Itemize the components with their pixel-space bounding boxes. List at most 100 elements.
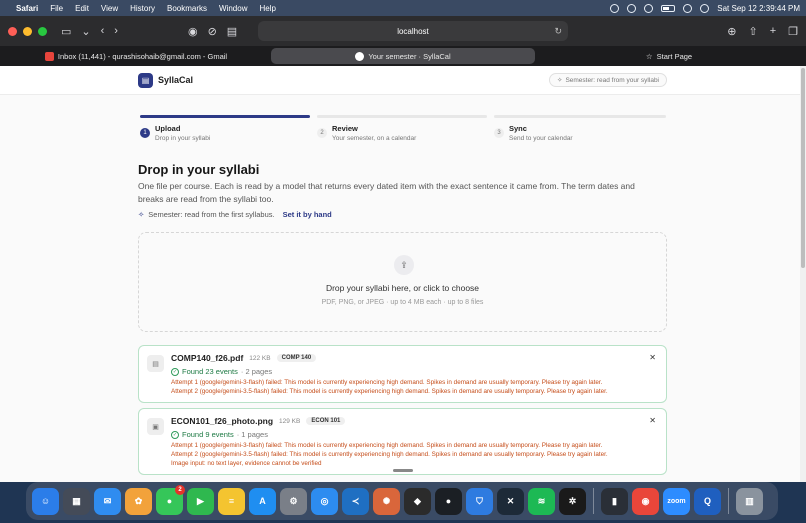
forward-icon[interactable]: › xyxy=(114,25,118,37)
scrollbar-thumb[interactable] xyxy=(801,68,805,268)
error-message: Attempt 2 (google/gemini-3.5-flash) fail… xyxy=(171,388,608,395)
shield-icon[interactable]: ⛉ xyxy=(466,487,493,515)
spotify-icon[interactable]: ≋ xyxy=(528,487,555,515)
menu-file[interactable]: File xyxy=(50,4,63,13)
page-title: Drop in your syllabi xyxy=(138,162,260,177)
menu-history[interactable]: History xyxy=(130,4,155,13)
downloads-icon[interactable]: ⊕ xyxy=(727,25,736,38)
check-circle-icon: ✓ xyxy=(171,430,179,439)
wifi-icon[interactable] xyxy=(683,3,693,13)
back-icon[interactable]: ‹ xyxy=(101,25,105,37)
dropzone-hint: PDF, PNG, or JPEG · up to 4 MB each · up… xyxy=(321,299,484,306)
course-badge: ECON 101 xyxy=(306,417,346,425)
photos-icon[interactable]: ✿ xyxy=(125,487,152,515)
notes-icon[interactable]: ≡ xyxy=(218,487,245,515)
parse-status: ✓ Found 9 events · 1 pages xyxy=(171,430,268,439)
chatgpt-icon[interactable]: ✲ xyxy=(559,487,586,515)
safari-icon[interactable]: ◎ xyxy=(311,487,338,515)
x-icon[interactable]: ✕ xyxy=(497,487,524,515)
zoom-icon[interactable]: zoom xyxy=(663,487,690,515)
semester-source-line: ✧ Semester: read from the first syllabus… xyxy=(138,210,332,219)
launchpad-icon[interactable]: ▦ xyxy=(63,487,90,515)
clock[interactable]: Sat Sep 12 2:39:44 PM xyxy=(717,4,800,13)
mail-icon[interactable]: ✉ xyxy=(94,487,121,515)
brand-name[interactable]: SyllaCal xyxy=(158,75,193,85)
settings-icon[interactable]: ⚙ xyxy=(280,487,307,515)
menu-window[interactable]: Window xyxy=(219,4,247,13)
file-dropzone[interactable]: ⇪ Drop your syllabi here, or click to ch… xyxy=(138,232,667,332)
github-icon[interactable]: ● xyxy=(435,487,462,515)
sparkle-icon: ✧ xyxy=(138,210,145,219)
extension-icon[interactable]: ◉ xyxy=(188,25,198,38)
close-window-button[interactable] xyxy=(8,26,17,36)
messages-icon[interactable]: ● 2 xyxy=(156,484,185,515)
tab-overview-icon[interactable]: ❐ xyxy=(788,25,798,38)
trash-icon[interactable]: ▥ xyxy=(736,487,763,515)
activity-monitor-icon[interactable]: ▮ xyxy=(601,487,628,515)
reload-icon[interactable]: ↻ xyxy=(554,26,562,37)
step-progress-upload xyxy=(140,115,310,118)
tab-gmail[interactable]: Inbox (11,441) - qurashisohaib@gmail.com… xyxy=(0,48,272,64)
share-icon[interactable]: ⇧ xyxy=(748,25,757,38)
menu-view[interactable]: View xyxy=(101,4,118,13)
reader-icon[interactable]: ▤ xyxy=(227,25,237,38)
step-number: 3 xyxy=(494,128,504,138)
facetime-icon[interactable]: ▶ xyxy=(187,487,214,515)
app-store-icon[interactable]: A xyxy=(249,487,276,515)
check-circle-icon: ✓ xyxy=(171,367,179,376)
sidebar-icon[interactable]: ▭ xyxy=(61,25,71,38)
status-icon[interactable] xyxy=(610,3,620,13)
tab-label: Start Page xyxy=(656,51,693,61)
vscode-icon[interactable]: ≺ xyxy=(342,487,369,515)
tab-syllacal[interactable]: Your semester · SyllaCal xyxy=(271,48,535,64)
status-icon[interactable] xyxy=(644,3,654,13)
chrome-icon[interactable]: ◉ xyxy=(632,487,659,515)
web-page: ▤ SyllaCal ✧ Semester: read from your sy… xyxy=(0,66,800,482)
search-icon[interactable] xyxy=(700,3,710,13)
step-upload[interactable]: 1 Upload Drop in your syllabi xyxy=(140,124,210,142)
minimize-window-button[interactable] xyxy=(23,26,32,36)
menu-bookmarks[interactable]: Bookmarks xyxy=(167,4,207,13)
calendar-logo-icon[interactable]: ▤ xyxy=(138,73,153,88)
document-icon: ▤ xyxy=(147,355,164,372)
extension-icon[interactable]: ⊘ xyxy=(208,25,217,38)
menu-help[interactable]: Help xyxy=(259,4,275,13)
page-scrollbar[interactable] xyxy=(800,66,806,482)
cursor-icon[interactable]: ◆ xyxy=(404,487,431,515)
tab-label: Inbox (11,441) - qurashisohaib@gmail.com… xyxy=(57,51,228,61)
step-title: Upload xyxy=(155,124,181,133)
zoom-window-button[interactable] xyxy=(38,26,47,36)
page-count: · 1 pages xyxy=(236,430,268,439)
file-card: ▤ COMP140_f26.pdf 122 KB COMP 140 ✕ ✓ Fo… xyxy=(138,345,667,403)
gmail-icon xyxy=(44,51,54,61)
remove-file-icon[interactable]: ✕ xyxy=(649,353,656,362)
dock-separator xyxy=(728,488,729,514)
set-semester-link[interactable]: Set it by hand xyxy=(283,210,332,219)
semester-pill[interactable]: ✧ Semester: read from your syllabi xyxy=(549,73,667,87)
page-description: One file per course. Each is read by a m… xyxy=(138,181,635,204)
step-subtitle: Your semester, on a calendar xyxy=(332,135,417,142)
error-message: Attempt 1 (google/gemini-3-flash) failed… xyxy=(171,379,603,386)
tab-bar: Inbox (11,441) - qurashisohaib@gmail.com… xyxy=(0,46,806,66)
dock-separator xyxy=(593,488,594,514)
dropzone-title: Drop your syllabi here, or click to choo… xyxy=(325,283,480,293)
menu-app-name[interactable]: Safari xyxy=(16,4,38,13)
events-found: Found 9 events xyxy=(182,430,234,439)
image-icon: ▣ xyxy=(147,418,164,435)
tab-start-page[interactable]: ☆ Start Page xyxy=(535,48,803,64)
notification-badge: 2 xyxy=(175,484,185,495)
new-tab-icon[interactable]: + xyxy=(770,25,776,37)
semester-pill-label: Semester: read from your syllabi xyxy=(565,76,659,84)
chevron-down-icon[interactable]: ⌄ xyxy=(81,25,90,38)
status-icon[interactable] xyxy=(627,3,637,13)
address-bar[interactable]: localhost ↻ xyxy=(258,21,568,41)
step-sync[interactable]: 3 Sync Send to your calendar xyxy=(494,124,573,142)
tab-label: Your semester · SyllaCal xyxy=(368,51,451,61)
quicktime-icon[interactable]: Q xyxy=(694,487,721,515)
finder-icon[interactable]: ☺ xyxy=(32,487,59,515)
battery-icon[interactable] xyxy=(661,4,676,12)
menu-edit[interactable]: Edit xyxy=(75,4,89,13)
step-review[interactable]: 2 Review Your semester, on a calendar xyxy=(317,124,416,142)
remove-file-icon[interactable]: ✕ xyxy=(649,416,656,425)
claude-icon[interactable]: ✺ xyxy=(373,487,400,515)
